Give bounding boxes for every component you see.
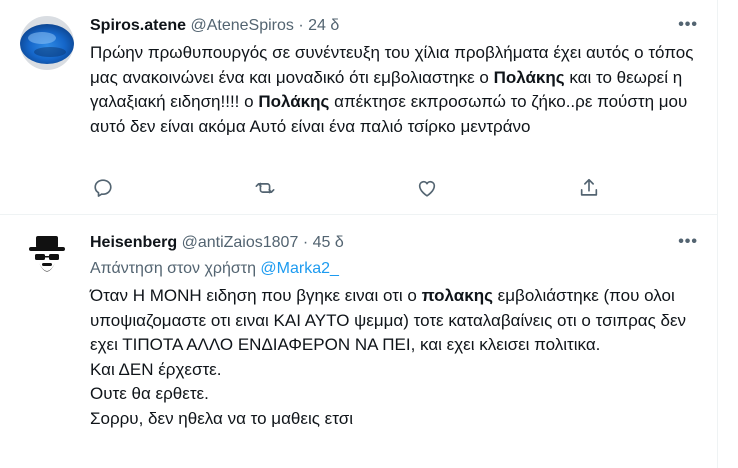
more-options-icon[interactable]: ••• xyxy=(678,16,698,34)
tweet-paragraph: Όταν Η ΜΟΝΗ ειδηση που βγηκε ειναι οτι ο… xyxy=(90,284,700,358)
tweet-actions xyxy=(90,177,610,201)
tweet-text: Όταν Η ΜΟΝΗ ειδηση που βγηκε ειναι οτι ο… xyxy=(90,284,700,431)
tweet-time[interactable]: 24 δ xyxy=(308,17,339,34)
separator-dot: · xyxy=(302,234,309,251)
user-handle[interactable]: @AteneSpiros xyxy=(190,17,293,34)
reply-mention-link[interactable]: @Marka2_ xyxy=(260,260,339,277)
tweet-text: Πρώην πρωθυπουργός σε συνέντευξη του χίλ… xyxy=(90,41,700,139)
tweet[interactable]: Heisenberg @antiZaios1807 · 45 δ ••• Απά… xyxy=(0,215,718,468)
tweet-line: Και ΔΕΝ έρχεστε. xyxy=(90,359,222,379)
mention-bold: Πολάκης xyxy=(493,67,565,87)
more-options-icon[interactable]: ••• xyxy=(678,233,698,251)
reply-icon[interactable] xyxy=(92,177,114,199)
tweet-text-part: Όταν Η ΜΟΝΗ ειδηση που βγηκε ειναι οτι ο xyxy=(90,286,422,305)
avatar-image xyxy=(20,16,74,70)
like-icon[interactable] xyxy=(416,177,438,199)
tweet-time[interactable]: 45 δ xyxy=(313,234,344,251)
avatar[interactable] xyxy=(20,230,74,284)
display-name[interactable]: Heisenberg xyxy=(90,234,177,251)
share-icon[interactable] xyxy=(578,177,600,199)
tweet-header: Spiros.atene @AteneSpiros · 24 δ xyxy=(90,17,339,35)
separator-dot: · xyxy=(298,17,304,34)
reply-prefix: Απάντηση στον χρήστη xyxy=(90,260,261,277)
tweet[interactable]: Spiros.atene @AteneSpiros · 24 δ ••• Πρώ… xyxy=(0,0,718,214)
reply-context: Απάντηση στον χρήστη @Marka2_ xyxy=(90,260,339,278)
tweet-line: Σορρυ, δεν ηθελα να το μαθεις ετσι xyxy=(90,408,353,428)
display-name[interactable]: Spiros.atene xyxy=(90,17,186,34)
avatar[interactable] xyxy=(20,16,74,70)
tweet-line: Ουτε θα ερθετε. xyxy=(90,384,209,403)
retweet-icon[interactable] xyxy=(254,177,276,199)
mention-bold: Πολάκης xyxy=(258,92,330,111)
avatar-image xyxy=(20,230,74,284)
tweet-header: Heisenberg @antiZaios1807 · 45 δ xyxy=(90,234,344,252)
mention-bold: πολακης xyxy=(421,286,493,305)
user-handle[interactable]: @antiZaios1807 xyxy=(182,234,299,251)
